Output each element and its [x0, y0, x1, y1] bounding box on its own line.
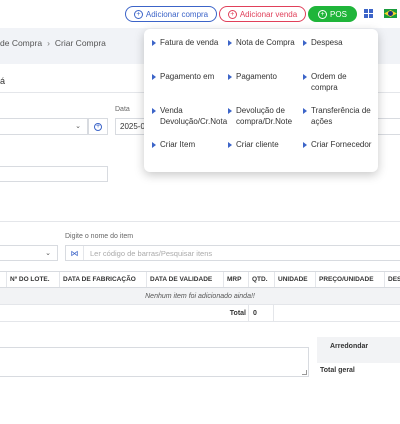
apps-grid-icon[interactable] — [364, 9, 373, 18]
menu-item-create-supplier[interactable]: Criar Fornecedor — [303, 139, 375, 150]
menu-item-sales-return[interactable]: Venda Devolução/Cr.Nota — [152, 105, 232, 127]
item-name-label: Digite o nome do item — [65, 233, 134, 240]
page-title: á — [0, 76, 6, 86]
breadcrumb-parent[interactable]: de Compra — [0, 38, 42, 48]
caret-right-icon — [228, 142, 232, 148]
caret-right-icon — [152, 40, 156, 46]
plus-circle-icon: + — [94, 122, 102, 131]
column-header: UNIDADE — [274, 272, 315, 287]
menu-item-expense[interactable]: Despesa — [303, 37, 375, 48]
add-purchase-button[interactable]: + Adicionar compra — [125, 6, 217, 22]
caret-right-icon — [228, 40, 232, 46]
supplier-select[interactable]: ⌄ — [0, 118, 88, 135]
round-off-box: Arredondar — [317, 337, 400, 363]
total-label: Total — [229, 310, 246, 317]
caret-right-icon — [152, 108, 156, 114]
breadcrumb: de Compra › Criar Compra — [0, 38, 106, 48]
add-purchase-label: Adicionar compra — [145, 9, 209, 19]
top-bar: + Adicionar compra + Adicionar venda + P… — [0, 0, 400, 28]
menu-item-purchase-return[interactable]: Devolução de compra/Dr.Note — [228, 105, 304, 127]
menu-item-purchase-note[interactable]: Nota de Compra — [228, 37, 300, 48]
menu-item-create-customer[interactable]: Criar cliente — [228, 139, 300, 150]
plus-circle-icon: + — [227, 9, 237, 19]
caret-right-icon — [152, 74, 156, 80]
chevron-down-icon: ⌄ — [75, 123, 81, 130]
caret-right-icon — [228, 108, 232, 114]
column-header: DATA DE FABRICAÇÃO — [59, 272, 146, 287]
add-supplier-button[interactable]: + — [88, 118, 108, 135]
divider — [0, 221, 400, 222]
breadcrumb-current: Criar Compra — [54, 38, 106, 48]
menu-item-sales-invoice[interactable]: Fatura de venda — [152, 37, 224, 48]
caret-right-icon — [303, 142, 307, 148]
pos-label: POS — [330, 9, 347, 19]
chevron-down-icon: ⌄ — [45, 250, 51, 257]
warehouse-select[interactable]: ⌄ — [0, 245, 58, 261]
table-total-row: Total 0 — [0, 305, 400, 322]
reference-input[interactable] — [0, 166, 108, 182]
plus-circle-icon: + — [318, 9, 328, 19]
barcode-search[interactable]: ⋈ — [65, 245, 400, 261]
round-off-label: Arredondar — [330, 343, 369, 350]
column-header: PREÇO/UNIDADE — [315, 272, 384, 287]
column-header: DES — [384, 272, 400, 287]
column-header: MRP — [223, 272, 248, 287]
caret-right-icon — [228, 74, 232, 80]
total-quantity: 0 — [248, 305, 274, 322]
items-table-header: Nº DO LOTE. DATA DE FABRICAÇÃO DATA DE V… — [0, 271, 400, 288]
column-header: DATA DE VALIDADE — [146, 272, 223, 287]
caret-right-icon — [303, 108, 307, 114]
resize-handle-icon[interactable] — [302, 370, 307, 375]
pos-button[interactable]: + POS — [308, 6, 357, 22]
date-label: Data — [115, 106, 130, 113]
grand-total-label: Total geral — [320, 367, 355, 374]
barcode-icon: ⋈ — [66, 246, 84, 260]
menu-item-payment-in[interactable]: Pagamento em — [152, 71, 224, 82]
add-sale-label: Adicionar venda — [239, 9, 298, 19]
empty-table-message: Nenhum item foi adicionado ainda!! — [0, 288, 400, 305]
menu-item-stock-transfer[interactable]: Transferência de ações — [303, 105, 375, 127]
column-header: QTD. — [248, 272, 274, 287]
caret-right-icon — [303, 74, 307, 80]
add-sale-button[interactable]: + Adicionar venda — [219, 6, 306, 22]
barcode-search-input[interactable] — [84, 248, 384, 258]
brazil-flag-icon[interactable] — [384, 9, 397, 18]
quick-create-menu: Fatura de venda Nota de Compra Despesa P… — [144, 29, 378, 172]
menu-item-payment[interactable]: Pagamento — [228, 71, 300, 82]
chevron-right-icon: › — [47, 38, 50, 48]
column-header: Nº DO LOTE. — [6, 272, 59, 287]
caret-right-icon — [303, 40, 307, 46]
menu-item-create-item[interactable]: Criar Item — [152, 139, 224, 150]
caret-right-icon — [152, 142, 156, 148]
plus-circle-icon: + — [133, 9, 143, 19]
notes-textarea[interactable] — [0, 347, 309, 377]
menu-item-purchase-order[interactable]: Ordem de compra — [303, 71, 375, 93]
